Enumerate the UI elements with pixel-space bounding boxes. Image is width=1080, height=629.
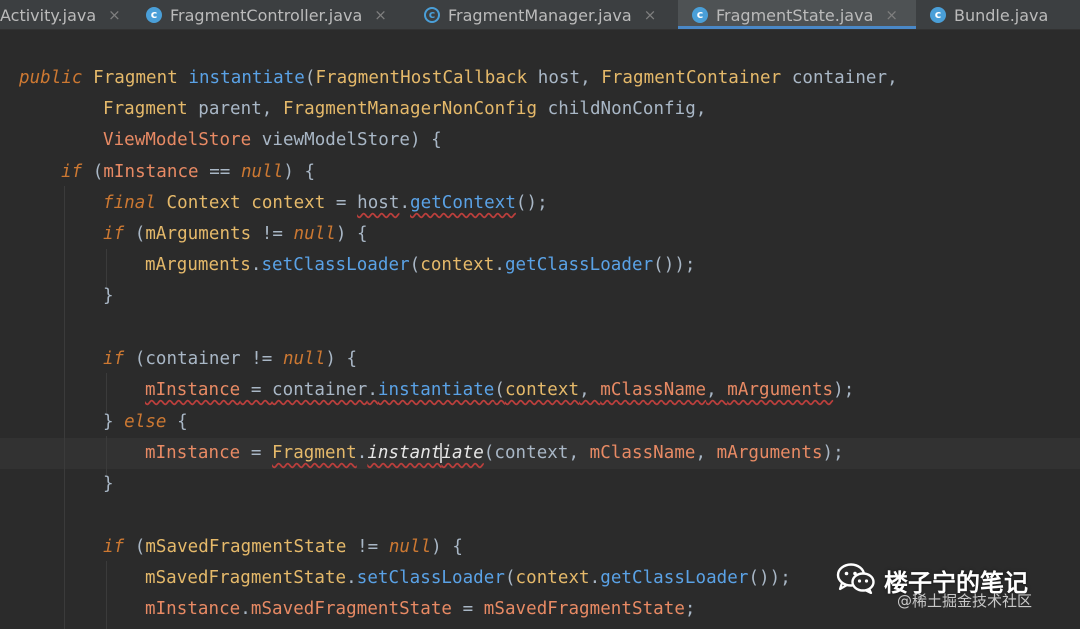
wechat-icon — [836, 563, 875, 594]
code-line: if (mArguments != null) { — [103, 224, 368, 244]
tab-label: Activity.java — [0, 5, 97, 25]
code-line: mInstance = container.instantiate(contex… — [145, 380, 855, 400]
code-line: ViewModelStore viewModelStore) { — [103, 130, 442, 150]
tab-activity-java[interactable]: Activity.java × — [0, 0, 140, 29]
code-line: final Context context = host.getContext(… — [103, 193, 548, 213]
code-line: public Fragment instantiate(FragmentHost… — [19, 68, 898, 88]
close-icon[interactable]: × — [108, 6, 121, 24]
indent-guide — [106, 561, 107, 629]
tab-fragmentstate-java[interactable]: c FragmentState.java × — [678, 0, 916, 29]
close-icon[interactable]: × — [885, 6, 898, 24]
code-line: if (mSavedFragmentState != null) { — [103, 537, 463, 557]
code-line: if (mInstance == null) { — [61, 162, 316, 182]
code-line: mArguments.setClassLoader(context.getCla… — [145, 255, 696, 275]
tab-fragmentmanager-java[interactable]: c FragmentManager.java × — [420, 0, 675, 29]
class-icon: c — [930, 7, 946, 23]
tab-fragmentcontroller-java[interactable]: c FragmentController.java × — [142, 0, 410, 29]
code-editor[interactable]: public Fragment instantiate(FragmentHost… — [0, 30, 1080, 629]
tab-bundle-java[interactable]: c Bundle.java — [928, 0, 1080, 29]
indent-guide — [64, 186, 65, 629]
abstract-class-icon: c — [424, 7, 440, 23]
code-line: } — [103, 286, 114, 306]
tab-label: FragmentState.java — [716, 5, 874, 25]
code-line: mInstance = Fragment.instantiate(context… — [145, 443, 844, 463]
close-icon[interactable]: × — [374, 6, 387, 24]
watermark-subtitle: @稀土掘金技术社区 — [897, 592, 1033, 610]
code-line: if (container != null) { — [103, 349, 358, 369]
editor-tab-bar: Activity.java × c FragmentController.jav… — [0, 0, 1080, 30]
class-icon: c — [146, 7, 162, 23]
code-line: } else { — [103, 412, 188, 432]
tab-label: FragmentManager.java — [448, 5, 632, 25]
tab-label: FragmentController.java — [170, 5, 363, 25]
code-line: mInstance.mSavedFragmentState = mSavedFr… — [145, 599, 696, 619]
code-line: Fragment parent, FragmentManagerNonConfi… — [103, 99, 707, 119]
code-line: } — [103, 474, 114, 494]
code-line: mSavedFragmentState.setClassLoader(conte… — [145, 568, 791, 588]
class-icon: c — [692, 7, 708, 23]
close-icon[interactable]: × — [644, 6, 657, 24]
tab-label: Bundle.java — [954, 5, 1049, 25]
